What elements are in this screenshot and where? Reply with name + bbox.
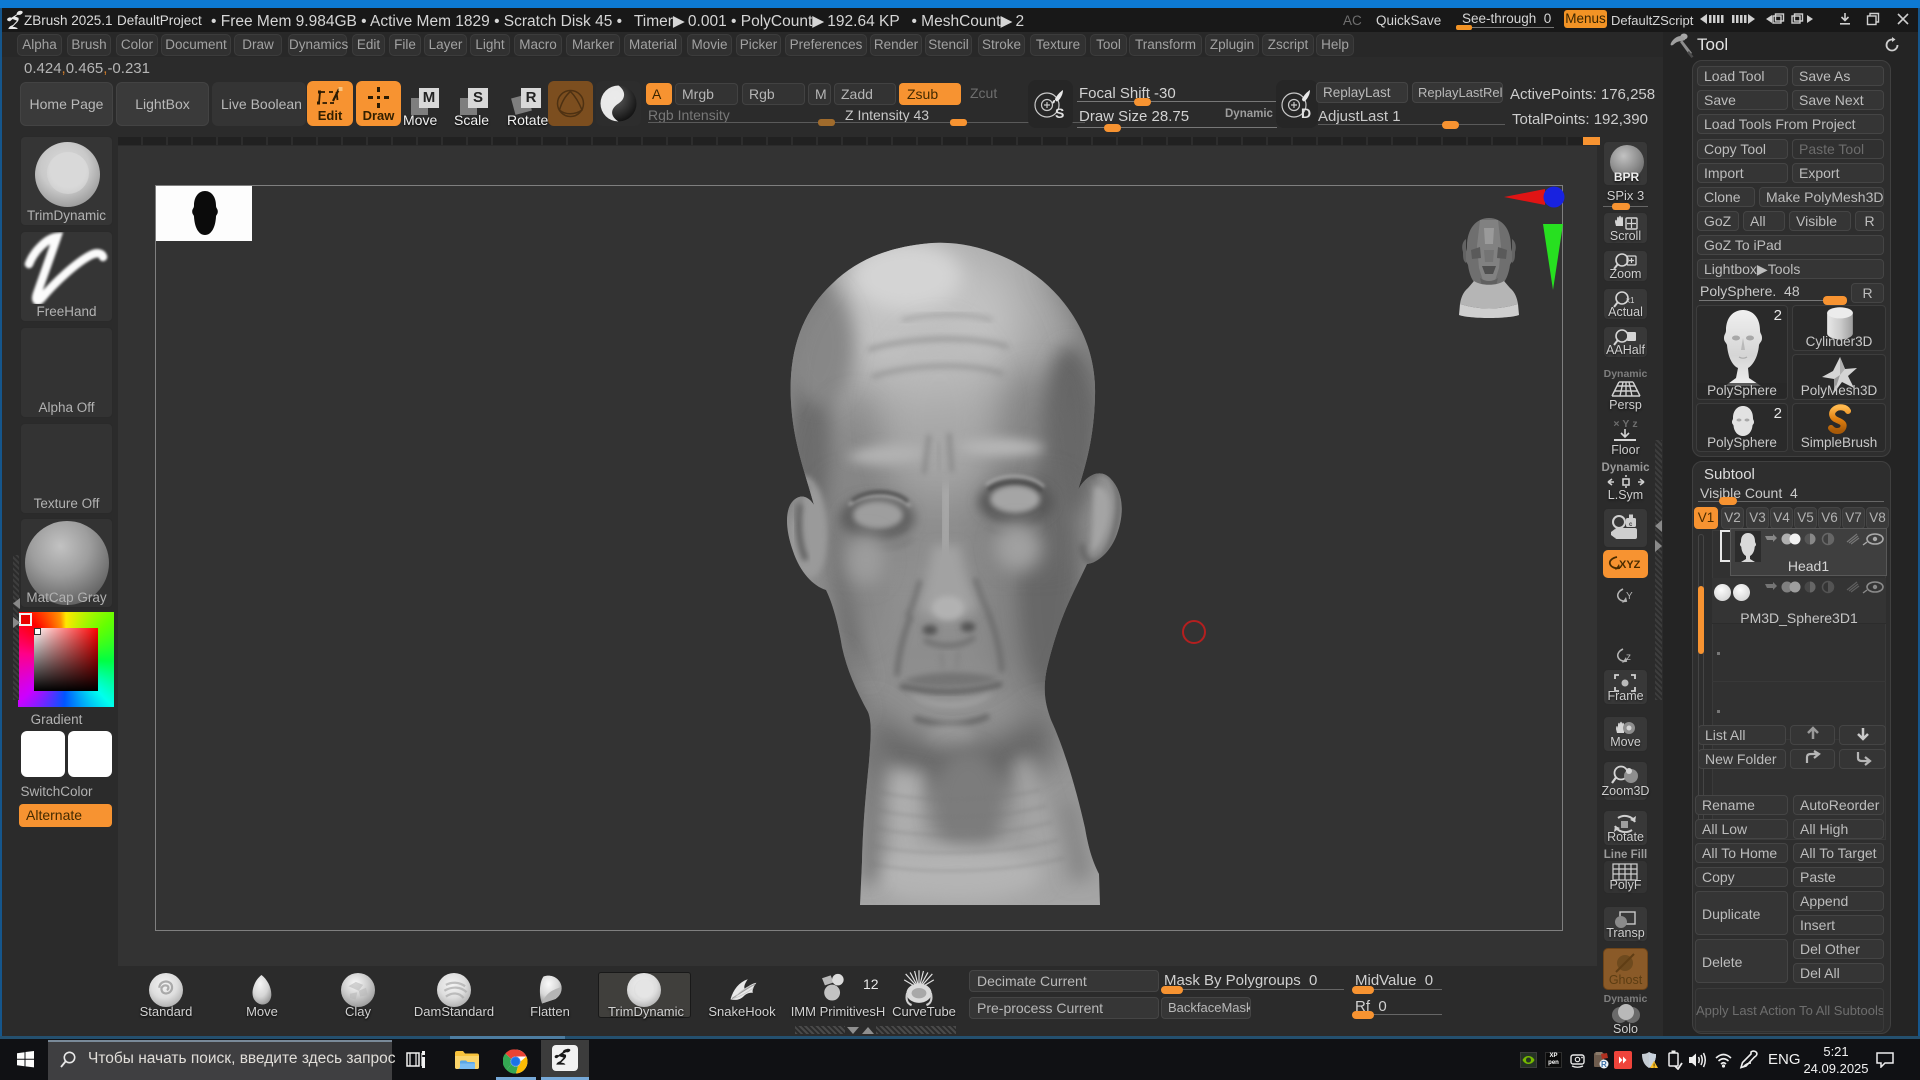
svg-text:x1: x1 (1626, 296, 1635, 305)
svg-text:R: R (1601, 1060, 1607, 1069)
svg-text:Y: Y (1626, 591, 1633, 602)
svg-text:z: z (1626, 652, 1631, 663)
svg-text:XYZ: XYZ (1619, 559, 1641, 571)
